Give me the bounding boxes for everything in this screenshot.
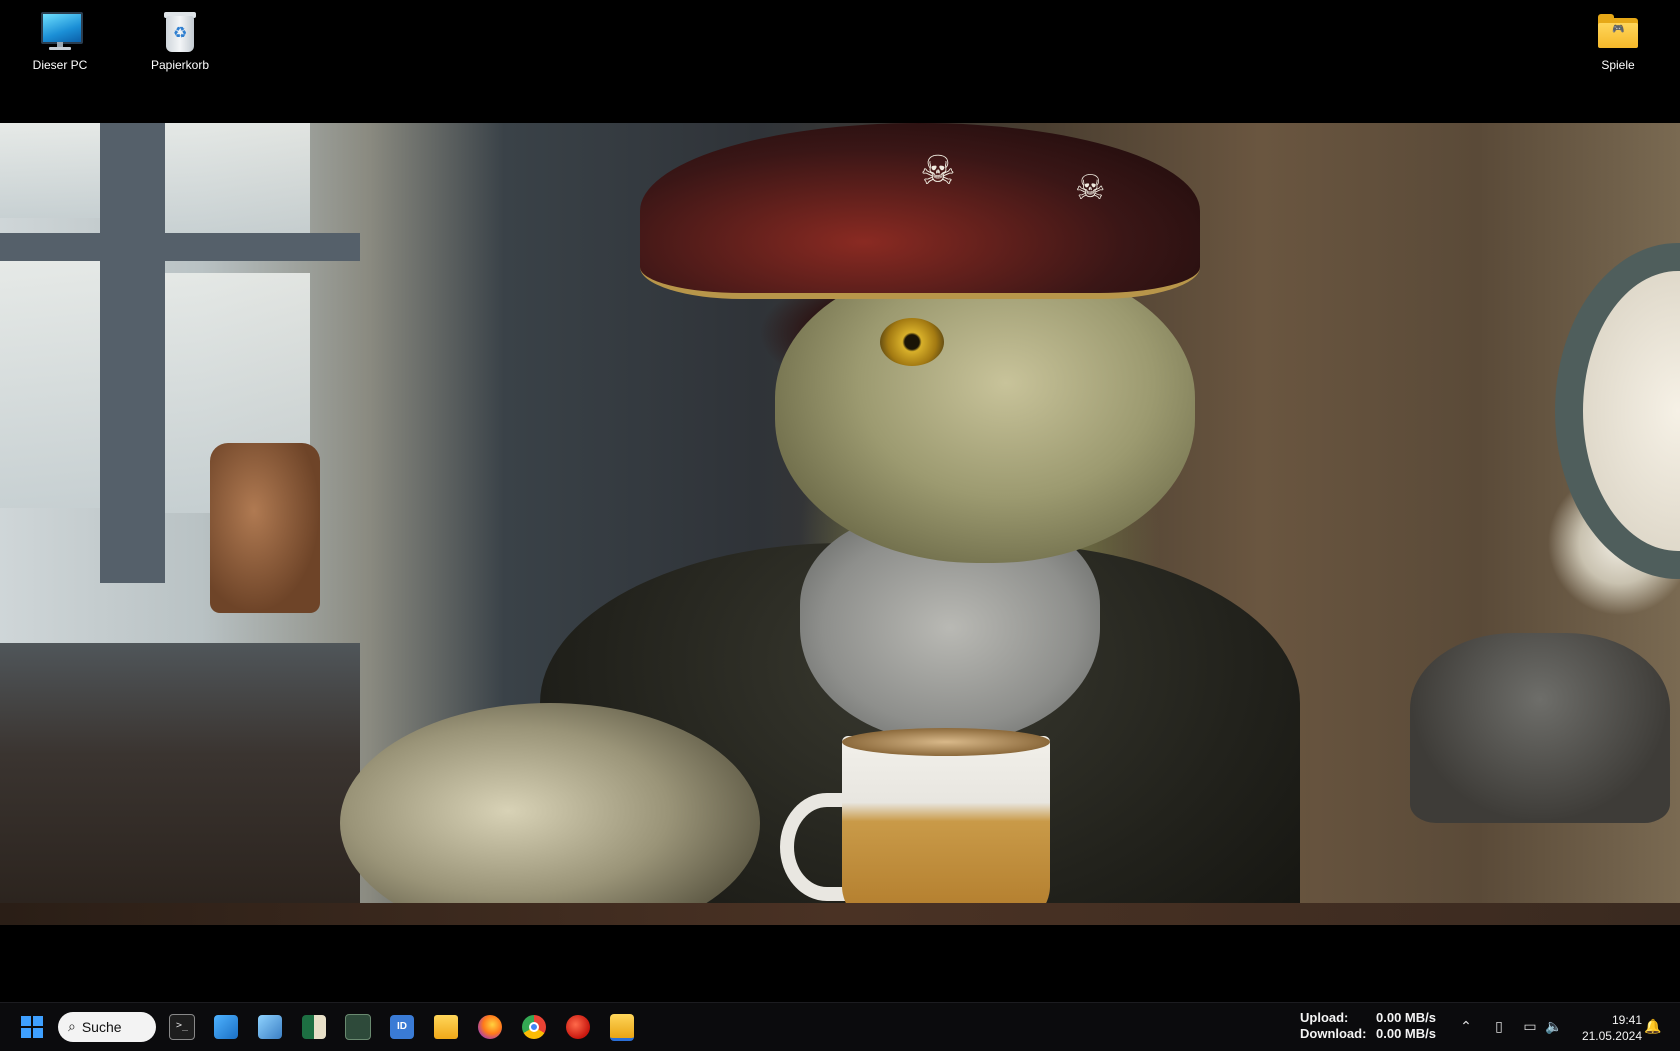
- search-icon: ⌕: [68, 1019, 76, 1035]
- media-player-icon: [566, 1015, 590, 1039]
- file-explorer-icon: [434, 1015, 458, 1039]
- firefox-icon: [478, 1015, 502, 1039]
- download-label: Download:: [1300, 1026, 1367, 1041]
- windows-logo-icon: [21, 1016, 43, 1038]
- download-value: 0.00 MB/s: [1376, 1026, 1436, 1041]
- desktop-icon-label: Papierkorb: [150, 58, 210, 72]
- desktop-wallpaper: ☠ ☠: [0, 123, 1680, 925]
- start-button[interactable]: [16, 1011, 48, 1043]
- gpu-monitor-icon: [345, 1014, 371, 1040]
- id-app-icon: ID: [390, 1015, 414, 1039]
- upload-label: Upload:: [1300, 1010, 1349, 1025]
- battery-icon[interactable]: ▯: [1489, 1017, 1509, 1037]
- search-box[interactable]: ⌕ Suche: [58, 1012, 156, 1042]
- taskbar-app-chrome[interactable]: [518, 1011, 550, 1043]
- terminal-icon: >_: [169, 1014, 195, 1040]
- desktop-icon-label: Spiele: [1601, 58, 1635, 72]
- recycle-bin-icon: ♻: [158, 10, 202, 54]
- taskbar-app-media-player[interactable]: [562, 1011, 594, 1043]
- taskbar-app-firefox[interactable]: [474, 1011, 506, 1043]
- folder-icon: 🎮: [1596, 10, 1640, 54]
- desktop-icon-papierkorb[interactable]: ♻ Papierkorb: [135, 10, 225, 72]
- clock-time: 19:41: [1611, 1013, 1642, 1027]
- taskbar-app-remote-desktop[interactable]: [210, 1011, 242, 1043]
- taskbar-app-file-explorer[interactable]: [430, 1011, 462, 1043]
- folder-icon: [610, 1013, 634, 1041]
- taskbar-app-id[interactable]: ID: [386, 1011, 418, 1043]
- volume-icon[interactable]: 🔈: [1544, 1017, 1564, 1037]
- taskbar-app-control-panel[interactable]: [254, 1011, 286, 1043]
- desktop-icon-dieser-pc[interactable]: Dieser PC: [15, 10, 105, 72]
- remote-desktop-icon: [214, 1015, 238, 1039]
- network-icon[interactable]: ▭: [1520, 1017, 1540, 1037]
- excel-icon: [302, 1015, 326, 1039]
- taskbar-app-folder[interactable]: [606, 1011, 638, 1043]
- control-panel-icon: [258, 1015, 282, 1039]
- chrome-icon: [522, 1015, 546, 1039]
- desktop-icon-label: Dieser PC: [32, 58, 88, 72]
- computer-icon: [38, 10, 83, 54]
- clock[interactable]: 19:41 21.05.2024: [1570, 1012, 1642, 1044]
- clock-date: 21.05.2024: [1581, 1029, 1642, 1043]
- taskbar-app-gpu-monitor[interactable]: [342, 1011, 374, 1043]
- upload-value: 0.00 MB/s: [1376, 1010, 1436, 1025]
- desktop-icon-spiele[interactable]: 🎮 Spiele: [1573, 10, 1663, 72]
- chevron-up-icon[interactable]: ⌃: [1456, 1017, 1476, 1037]
- taskbar-app-terminal[interactable]: >_: [166, 1011, 198, 1043]
- taskbar-app-excel[interactable]: [298, 1011, 330, 1043]
- taskbar: ⌕ Suche >_ ID Upload: 0.00 MB/s Download…: [0, 1002, 1680, 1051]
- search-label: Suche: [81, 1019, 122, 1035]
- notification-bell-icon[interactable]: 🔔: [1643, 1017, 1663, 1037]
- network-speed-widget: Upload: 0.00 MB/s Download: 0.00 MB/s: [1300, 1010, 1436, 1042]
